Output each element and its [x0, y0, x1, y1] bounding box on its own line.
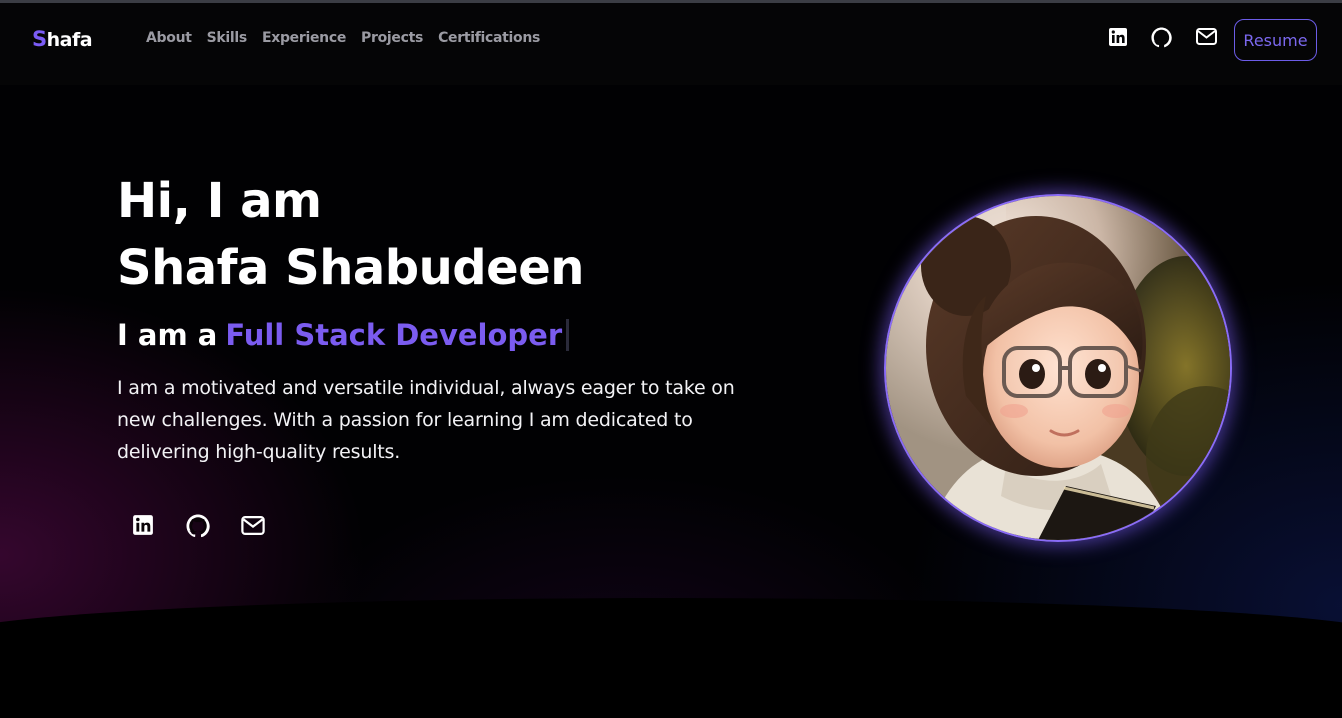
linkedin-icon[interactable]	[132, 514, 156, 538]
brand-logo-rest: hafa	[46, 29, 93, 51]
nav-link-projects[interactable]: Projects	[361, 30, 423, 46]
nav-link-experience[interactable]: Experience	[262, 30, 346, 46]
hero-bio: I am a motivated and versatile individua…	[117, 377, 735, 463]
nav-link-skills[interactable]: Skills	[207, 30, 248, 46]
brand-logo-initial: S	[32, 27, 47, 51]
role-prefix: I am a	[117, 318, 218, 352]
mail-icon[interactable]	[241, 516, 265, 540]
navbar: Shafa About Skills Experience Projects C…	[0, 3, 1342, 85]
nav-link-about[interactable]: About	[146, 30, 192, 46]
resume-button[interactable]: Resume	[1234, 19, 1317, 61]
avatar-illustration	[886, 196, 1230, 540]
nav-links: About Skills Experience Projects Certifi…	[146, 30, 555, 46]
hero-name: Shafa Shabudeen	[117, 240, 584, 296]
mail-icon[interactable]	[1196, 28, 1218, 50]
role-typed-text: Full Stack Developer	[225, 318, 563, 352]
hero-role-line: I am a Full Stack Developer	[117, 318, 570, 352]
section-divider-wave	[0, 598, 1342, 718]
github-icon[interactable]	[186, 514, 210, 538]
hero-greeting: Hi, I am	[117, 173, 322, 229]
brand-logo[interactable]: Shafa	[32, 27, 93, 51]
github-icon[interactable]	[1151, 27, 1173, 49]
typing-cursor	[566, 319, 570, 351]
nav-link-certifications[interactable]: Certifications	[438, 30, 540, 46]
linkedin-icon[interactable]	[1108, 27, 1130, 49]
profile-avatar	[884, 194, 1232, 542]
